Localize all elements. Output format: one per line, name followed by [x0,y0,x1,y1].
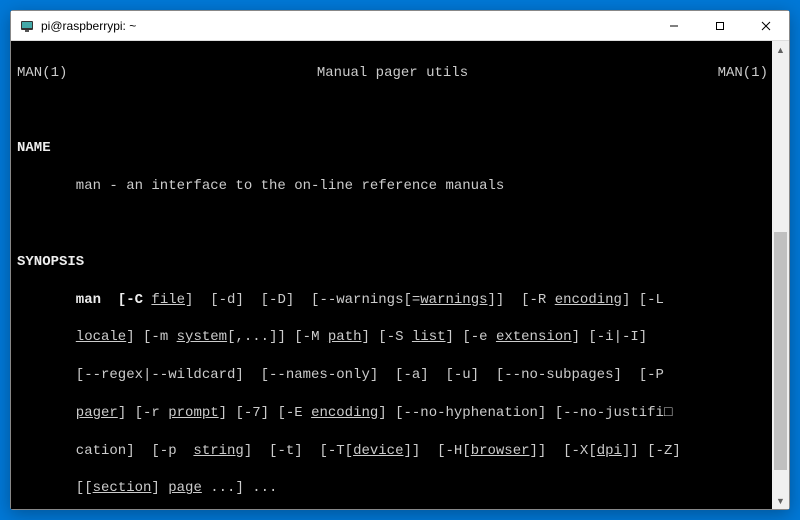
section-synopsis-heading: SYNOPSIS [17,254,84,270]
vertical-scrollbar[interactable]: ▲ ▼ [772,41,789,509]
synopsis-line: [--regex|--wildcard] [--names-only] [-a]… [17,366,768,385]
maximize-button[interactable] [697,11,743,41]
scrollbar-track[interactable] [772,58,789,492]
window-title: pi@raspberrypi: ~ [41,19,136,33]
app-icon [19,18,35,34]
section-name-heading: NAME [17,140,51,156]
synopsis-line: [[section] page ...] ... [17,479,768,498]
terminal-viewport[interactable]: MAN(1)Manual pager utilsMAN(1) NAME man … [11,41,772,509]
man-header: MAN(1)Manual pager utilsMAN(1) [17,64,768,83]
terminal-window: pi@raspberrypi: ~ MAN(1)Manual pager uti… [10,10,790,510]
synopsis-line: cation] [-p string] [-t] [-T[device]] [-… [17,442,768,461]
synopsis-line: man [-C file] [-d] [-D] [--warnings[=war… [17,291,768,310]
scroll-down-icon[interactable]: ▼ [772,492,789,509]
synopsis-line: pager] [-r prompt] [-7] [-E encoding] [-… [17,404,768,423]
name-line: man - an interface to the on-line refere… [17,177,768,196]
synopsis-line: locale] [-m system[,...]] [-M path] [-S … [17,328,768,347]
minimize-button[interactable] [651,11,697,41]
scroll-up-icon[interactable]: ▲ [772,41,789,58]
close-button[interactable] [743,11,789,41]
scrollbar-thumb[interactable] [774,232,787,471]
titlebar[interactable]: pi@raspberrypi: ~ [11,11,789,41]
